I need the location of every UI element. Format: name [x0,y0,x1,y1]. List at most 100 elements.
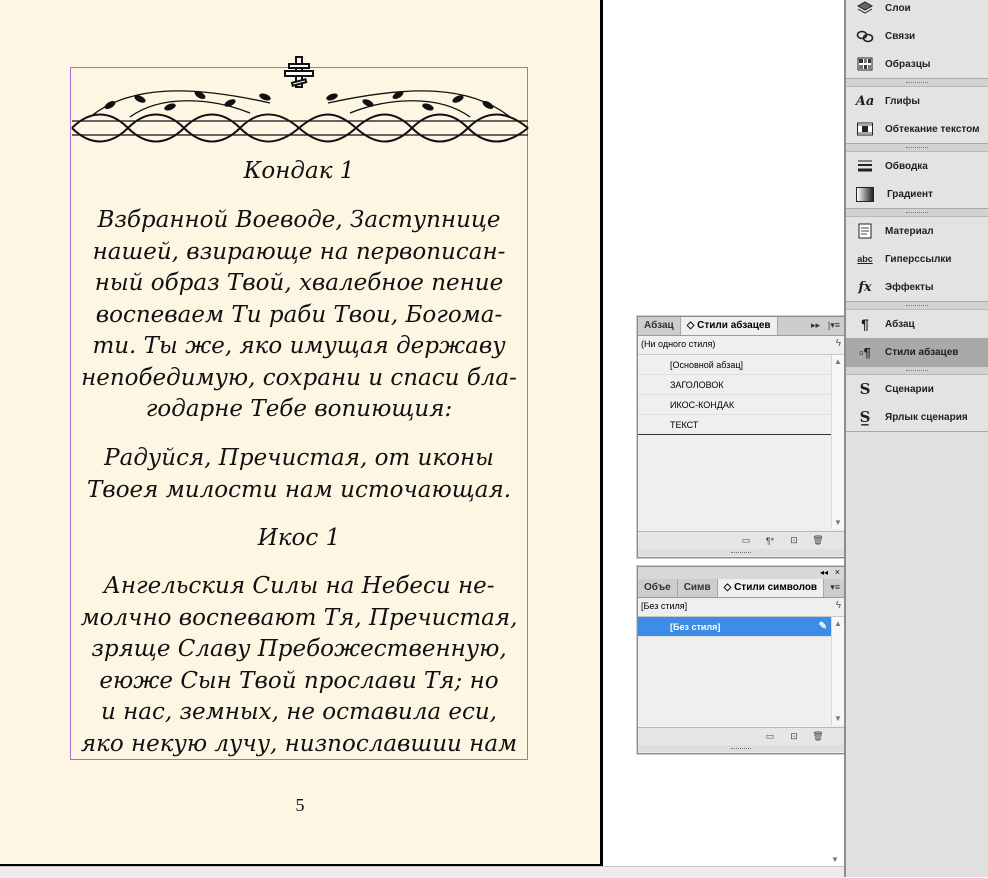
dock-grip[interactable] [846,302,988,310]
document-page[interactable]: Кондак 1 Взбранной Воеводе, Заступнице н… [0,0,603,867]
swatches-icon [856,55,874,73]
current-style: [Без стиля] ϟ [638,598,844,617]
dock-grip[interactable] [846,79,988,87]
collapse-icon[interactable]: ◂◂ [820,568,828,577]
panel-tabs: Объе Симв ◇ Стили символов ▾≡ [638,579,844,598]
delete-icon[interactable]: 🗑 [812,731,824,742]
list-scrollbar[interactable]: ▲ ▼ [831,617,844,725]
style-label: [Без стиля] [670,621,721,632]
paragraph-icon: ¶ [861,316,869,332]
horizontal-scrollbar[interactable] [0,866,845,878]
style-row-basic[interactable]: [Основной абзац] [638,355,844,375]
dock-item-text-wrap[interactable]: Обтекание текстом [846,115,988,143]
dock-item-glyphs[interactable]: Aa Глифы [846,87,988,115]
panel-dock: Слои Связи Образцы Aa Глифы Обтекание те… [844,0,988,877]
dock-item-effects[interactable]: fx Эффекты [846,273,988,301]
panel-resize-grip[interactable] [638,745,844,752]
new-group-icon[interactable]: ▭ [764,731,776,742]
dock-item-label: Гиперссылки [885,253,952,265]
dock-item-label: Ярлык сценария [885,411,968,423]
scroll-up-icon[interactable]: ▲ [834,619,842,628]
new-style-icon[interactable]: ⊡ [788,535,800,546]
panel-tabs: Абзац ◇ Стили абзацев ▸▸ |▾≡ [638,317,844,336]
ornament-headpiece [71,56,529,143]
panel-menu-icon[interactable]: ▾≡ [830,582,840,593]
list-scrollbar[interactable]: ▲ ▼ [831,355,844,529]
panel-footer: ▭ ⊡ 🗑 [638,727,844,745]
tab-paragraph-styles[interactable]: ◇ Стили абзацев [680,317,778,335]
panel-resize-grip[interactable] [638,549,844,556]
dock-item-scripts[interactable]: S Сценарии [846,375,988,403]
character-styles-panel[interactable]: ◂◂ × Объе Симв ◇ Стили символов ▾≡ [Без … [637,566,845,754]
dock-item-paragraph[interactable]: ¶ Абзац [846,310,988,338]
links-icon [856,27,874,45]
dock-item-paragraph-styles[interactable]: ▫¶ Стили абзацев [846,338,988,366]
kondak-body: Взбранной Воеводе, Заступнице нашей, взи… [81,207,517,422]
style-list: [Без стиля] ✎ ▲ ▼ [638,617,844,725]
close-icon[interactable]: × [835,567,840,577]
quick-apply-icon[interactable]: ϟ [836,338,841,349]
gradient-icon [856,186,874,202]
dock-item-gradient[interactable]: Градиент [846,180,988,208]
dock-group-4: Материал abc Гиперссылки fx Эффекты [846,217,988,302]
dock-group-2: Aa Глифы Обтекание текстом [846,87,988,144]
story-icon [856,222,874,240]
hyperlinks-icon: abc [857,254,873,264]
dock-grip[interactable] [846,209,988,217]
dock-item-label: Слои [885,2,911,14]
tab-character[interactable]: Симв [678,579,718,597]
dock-item-stroke[interactable]: Обводка [846,152,988,180]
dock-group-6: S Сценарии S̲ Ярлык сценария [846,375,988,432]
scripts-icon: S [859,380,871,398]
quick-apply-icon[interactable]: ϟ [836,600,841,611]
style-row-no-style[interactable]: [Без стиля] ✎ [638,617,831,637]
layers-icon [856,0,874,17]
dock-item-layers[interactable]: Слои [846,0,988,22]
clear-overrides-icon[interactable]: ¶* [764,536,776,546]
dock-grip[interactable] [846,367,988,375]
new-group-icon[interactable]: ▭ [740,535,752,546]
script-label-icon: S̲ [859,408,871,426]
dock-item-label: Обтекание текстом [885,123,980,135]
ikos-title: Икос 1 [257,525,341,551]
page-number: 5 [295,795,305,815]
paragraph-styles-icon: ▫¶ [859,344,871,360]
dock-item-label: Стили абзацев [885,346,959,358]
kondak-title: Кондак 1 [243,158,355,184]
dock-grip[interactable] [846,144,988,152]
dock-item-label: Абзац [885,318,915,330]
scroll-down-icon[interactable]: ▼ [831,855,839,864]
delete-icon[interactable]: 🗑 [812,535,824,546]
dock-item-label: Глифы [885,95,920,107]
panel-titlebar[interactable]: ◂◂ × [638,567,844,579]
text-wrap-icon [856,120,874,138]
scroll-down-icon[interactable]: ▼ [834,518,842,527]
dock-item-links[interactable]: Связи [846,22,988,50]
ikos-body: Ангельския Силы на Небеси не- молчно вос… [80,573,518,757]
scroll-up-icon[interactable]: ▲ [834,357,842,366]
tab-character-styles[interactable]: ◇ Стили символов [717,579,825,597]
dock-item-hyperlinks[interactable]: abc Гиперссылки [846,245,988,273]
panel-menu-icon[interactable]: |▾≡ [828,320,840,331]
tab-object-styles[interactable]: Объе [638,579,678,597]
current-style: (Ни одного стиля) ϟ [638,336,844,355]
style-row-ikos-kondak[interactable]: ИКОС-КОНДАК [638,395,844,415]
collapse-icon[interactable]: ▸▸ [811,320,820,331]
dock-item-label: Материал [885,225,934,237]
tab-paragraph[interactable]: Абзац [638,317,681,335]
current-style-label: (Ни одного стиля) [641,339,716,349]
dock-item-swatches[interactable]: Образцы [846,50,988,78]
stroke-icon [856,157,874,175]
tab-label: Стили абзацев [697,320,771,331]
dock-item-script-label[interactable]: S̲ Ярлык сценария [846,403,988,431]
tab-label: Стили символов [734,582,818,593]
scroll-down-icon[interactable]: ▼ [834,714,842,723]
paragraph-styles-panel[interactable]: Абзац ◇ Стили абзацев ▸▸ |▾≡ (Ни одного … [637,316,845,558]
new-style-icon[interactable]: ⊡ [788,731,800,742]
panel-footer: ▭ ¶* ⊡ 🗑 [638,531,844,549]
dock-item-label: Связи [885,30,916,42]
dock-item-story[interactable]: Материал [846,217,988,245]
style-row-heading[interactable]: ЗАГОЛОВОК [638,375,844,395]
edit-style-icon: ✎ [818,621,827,632]
style-row-text[interactable]: ТЕКСТ [638,415,844,435]
